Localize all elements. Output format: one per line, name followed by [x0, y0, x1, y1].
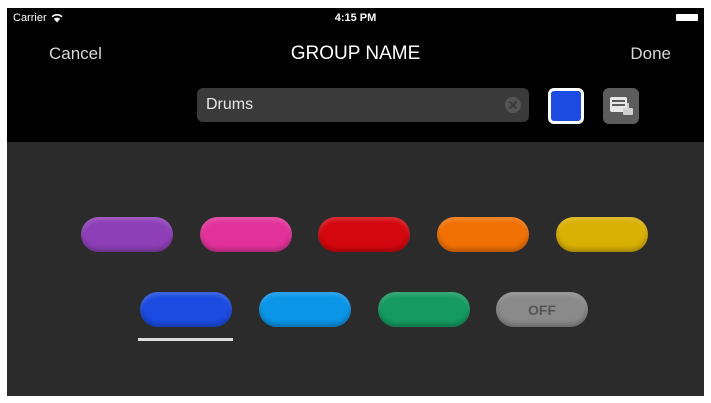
color-off-button[interactable]: OFF	[496, 292, 588, 327]
channel-icon-button[interactable]	[603, 88, 639, 124]
color-pink-button[interactable]	[200, 217, 292, 252]
color-orange-button[interactable]	[437, 217, 529, 252]
done-button[interactable]: Done	[630, 44, 671, 64]
selected-color-swatch[interactable]	[548, 88, 584, 124]
group-name-field[interactable]	[197, 88, 529, 122]
top-bar: Carrier 4:15 PM Cancel GROUP NAME Done	[7, 8, 704, 142]
battery-icon	[676, 14, 698, 21]
clear-icon[interactable]	[505, 97, 521, 113]
color-green-button[interactable]	[378, 292, 470, 327]
color-light-blue-button[interactable]	[259, 292, 351, 327]
status-time: 4:15 PM	[334, 12, 377, 24]
status-bar: Carrier 4:15 PM	[7, 8, 704, 28]
page-title: GROUP NAME	[290, 43, 421, 64]
color-blue-button[interactable]	[140, 292, 232, 327]
color-red-button[interactable]	[318, 217, 410, 252]
channel-image-icon	[610, 97, 633, 115]
color-yellow-button[interactable]	[556, 217, 648, 252]
group-name-input[interactable]	[206, 88, 496, 122]
selected-color-indicator	[138, 338, 233, 341]
device-screen: Carrier 4:15 PM Cancel GROUP NAME Done D…	[7, 8, 704, 396]
color-purple-button[interactable]	[81, 217, 173, 252]
